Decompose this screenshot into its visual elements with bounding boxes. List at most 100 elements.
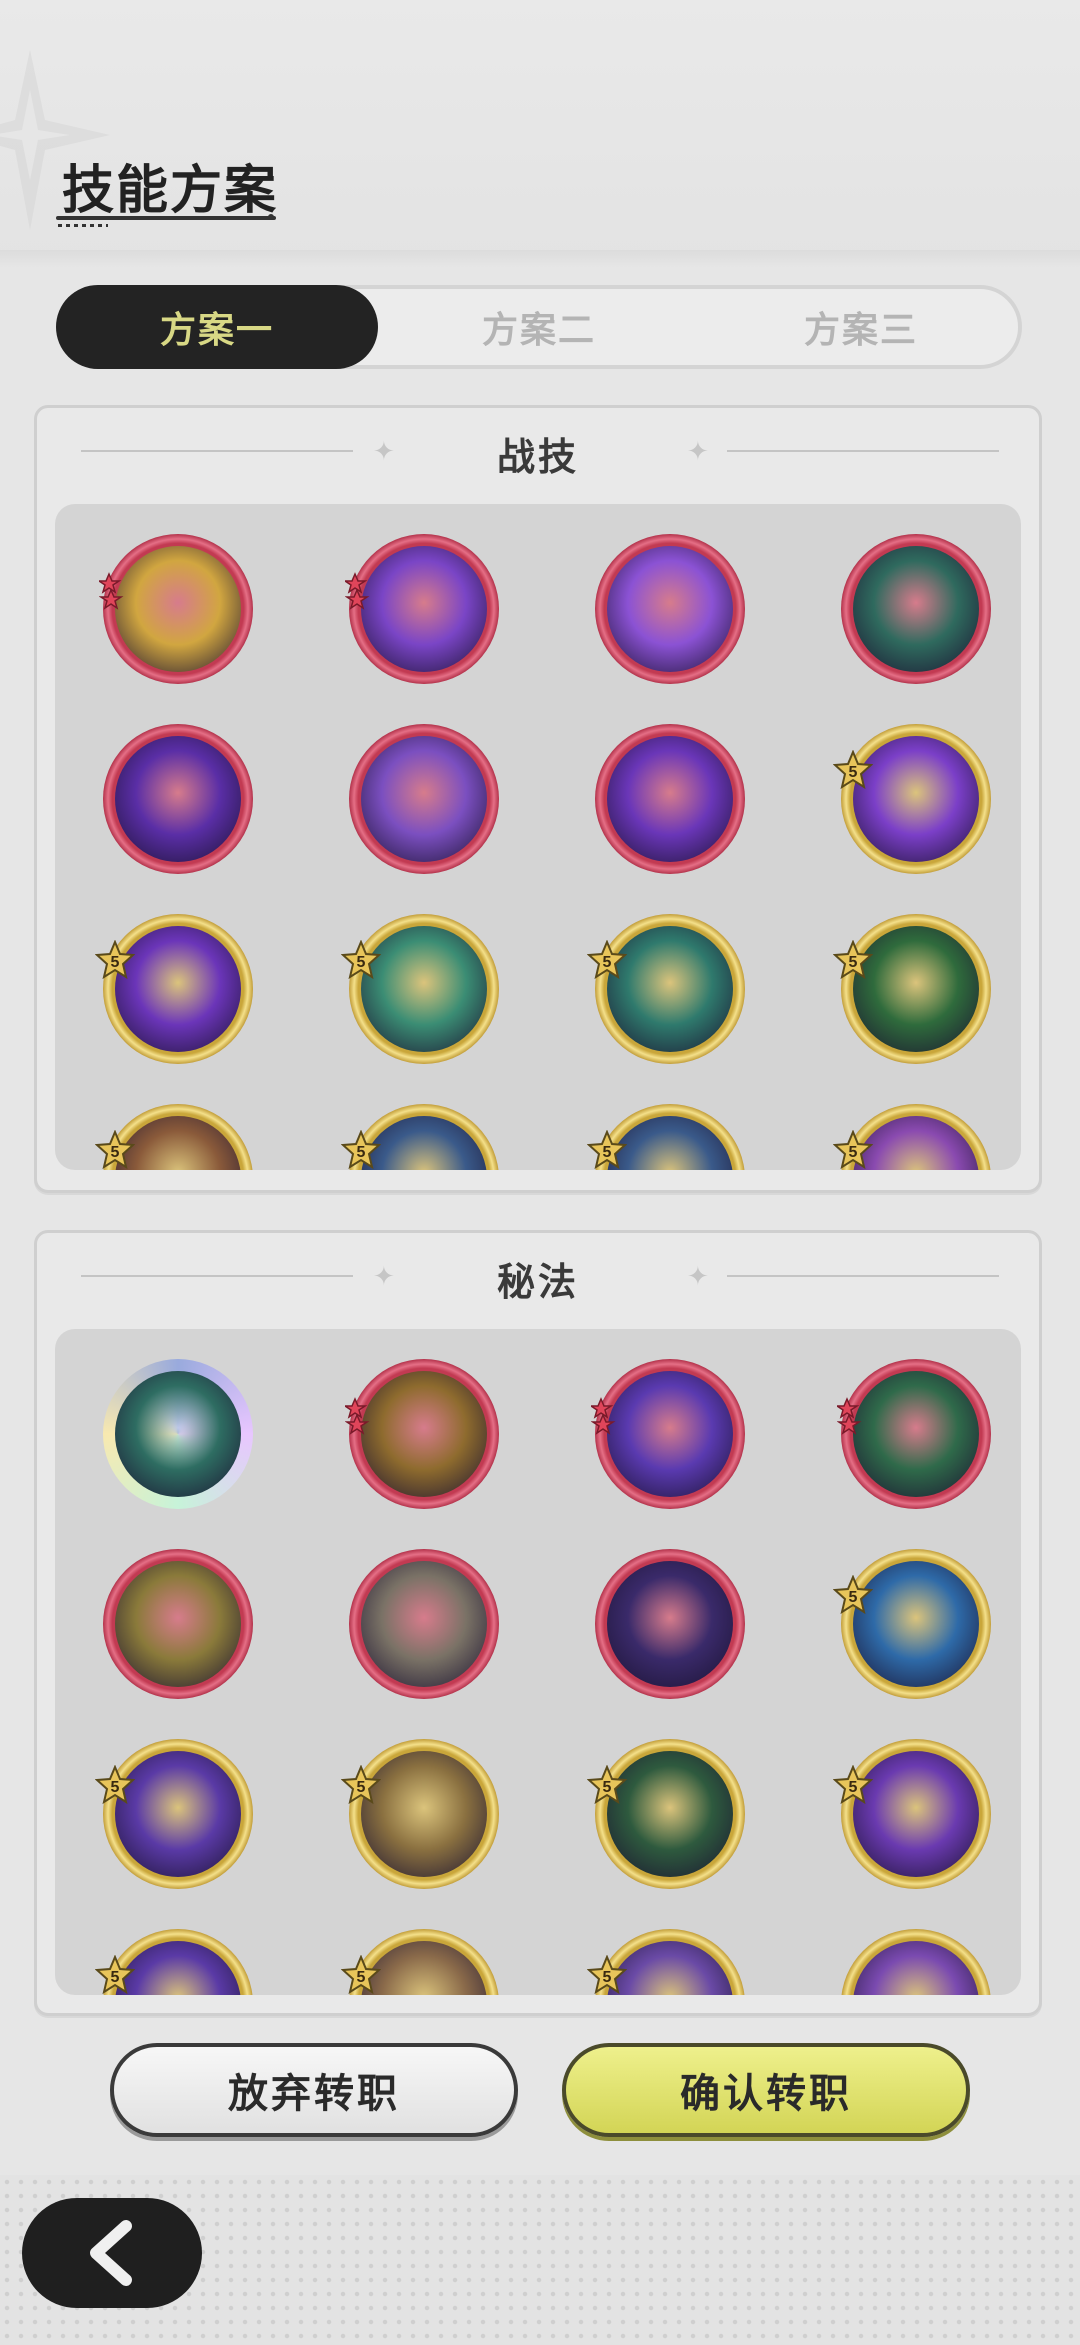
flame-orb-skill-icon[interactable] (841, 724, 991, 874)
rank-number: 5 (111, 1969, 120, 1986)
skill-art (853, 546, 979, 672)
skill-art (607, 546, 733, 672)
rank-number: 5 (849, 1589, 858, 1606)
tab-plan-2[interactable]: 方案二 (378, 285, 700, 369)
chevron-left-icon (90, 2220, 132, 2286)
rank-star-icon: 5 (833, 1130, 873, 1170)
skill-art (853, 1371, 979, 1497)
rank-number: 5 (111, 954, 120, 971)
skill-slot: 5 (833, 724, 991, 874)
skill-slot: 5 (95, 1104, 253, 1170)
skill-art (853, 1941, 979, 1995)
back-button[interactable] (22, 2198, 202, 2308)
rank-star-icon: 5 (833, 750, 873, 790)
header-divider (0, 250, 1080, 268)
red-star-badge-icon (837, 1397, 862, 1435)
rank-number: 5 (357, 1969, 366, 1986)
skill-slot (103, 1359, 253, 1509)
spirit-skill-icon[interactable] (841, 534, 991, 684)
header-line-right (727, 1275, 999, 1277)
skill-slot: 5 (341, 1929, 499, 1995)
rank-star-icon: 5 (341, 940, 381, 980)
rank-number: 5 (111, 1144, 120, 1161)
rank-number: 5 (603, 1969, 612, 1986)
skill-art (361, 1561, 487, 1687)
rank-star-icon: 5 (341, 1130, 381, 1170)
arcane-eye-secret-icon[interactable] (595, 1549, 745, 1699)
skill-slot (837, 1359, 991, 1509)
skill-slot (103, 1549, 253, 1699)
swirl-secret-icon[interactable] (841, 1739, 991, 1889)
eye-sigil-skill-icon[interactable] (349, 724, 499, 874)
skill-art (607, 736, 733, 862)
skill-art (361, 1371, 487, 1497)
skill-slot (595, 1549, 745, 1699)
skill-art (115, 736, 241, 862)
skill-slot (595, 724, 745, 874)
tab-plan-3[interactable]: 方案三 (700, 285, 1022, 369)
skill-slot: 5 (833, 1104, 991, 1170)
skill-slot: 5 (833, 1549, 991, 1699)
star-burst-skill-icon[interactable] (103, 914, 253, 1064)
heal-cross-skill-icon[interactable] (841, 914, 991, 1064)
panel-header: ✦ 秘法 ✦ (37, 1233, 1039, 1323)
green-cube-secret-icon[interactable] (595, 1739, 745, 1889)
ghost-figure-secret-icon[interactable] (349, 1549, 499, 1699)
ice-crystal-secret-icon[interactable] (841, 1549, 991, 1699)
rank-number: 5 (849, 1779, 858, 1796)
red-star-badge-icon (345, 572, 370, 610)
spirit-aura-secret-icon[interactable] (103, 1359, 253, 1509)
skill-slot (841, 1929, 991, 1995)
skill-slot: 5 (95, 914, 253, 1064)
skill-art (607, 1561, 733, 1687)
skill-slot: 5 (341, 1104, 499, 1170)
rank-number: 5 (603, 954, 612, 971)
rank-star-icon: 5 (341, 1955, 381, 1995)
rising-flame-secret-icon[interactable] (103, 1549, 253, 1699)
skill-slot (591, 1359, 745, 1509)
rank-number: 5 (849, 1144, 858, 1161)
skill-slot: 5 (95, 1739, 253, 1889)
plan-tabs: 方案一 方案二 方案三 (56, 285, 1022, 369)
panel-header: ✦ 战技 ✦ (37, 408, 1039, 498)
rank-number: 5 (357, 1144, 366, 1161)
rank-number: 5 (357, 1779, 366, 1796)
rank-star-icon: 5 (341, 1765, 381, 1805)
skill-slot: 5 (587, 914, 745, 1064)
shatter-skill-icon[interactable] (595, 534, 745, 684)
confirm-job-change-button[interactable]: 确认转职 (562, 2043, 970, 2137)
heart-void-secret-icon[interactable] (103, 1739, 253, 1889)
abandon-job-change-button[interactable]: 放弃转职 (110, 2043, 518, 2137)
section-title: 战技 (496, 437, 579, 479)
rank-number: 5 (849, 764, 858, 781)
wind-blade-skill-icon[interactable] (349, 914, 499, 1064)
tab-plan-1[interactable]: 方案一 (56, 285, 378, 369)
header-line-right (727, 450, 999, 452)
skill-slot: 5 (833, 914, 991, 1064)
skill-art (115, 1371, 241, 1497)
spiral-skill-icon[interactable] (595, 914, 745, 1064)
red-star-badge-icon (99, 572, 124, 610)
skill-slot: 5 (95, 1929, 253, 1995)
rank-star-icon: 5 (833, 1765, 873, 1805)
skill-slot: 5 (341, 914, 499, 1064)
partial-secret-icon-4[interactable] (841, 1929, 991, 1995)
skill-slot: 5 (341, 1739, 499, 1889)
skill-slot: 5 (833, 1739, 991, 1889)
rank-number: 5 (603, 1144, 612, 1161)
title-dot (268, 214, 274, 220)
rank-number: 5 (357, 954, 366, 971)
rank-number: 5 (849, 954, 858, 971)
skill-slot (345, 1359, 499, 1509)
skill-art (115, 1561, 241, 1687)
vortex-skill-icon[interactable] (103, 724, 253, 874)
skill-art (607, 1371, 733, 1497)
title-underline (56, 216, 276, 220)
heart-shield-skill-icon[interactable] (595, 724, 745, 874)
rank-number: 5 (603, 1779, 612, 1796)
skill-slot (595, 534, 745, 684)
skill-slot: 5 (587, 1929, 745, 1995)
skill-art (115, 546, 241, 672)
rank-star-icon: 5 (95, 940, 135, 980)
beast-rush-secret-icon[interactable] (349, 1739, 499, 1889)
